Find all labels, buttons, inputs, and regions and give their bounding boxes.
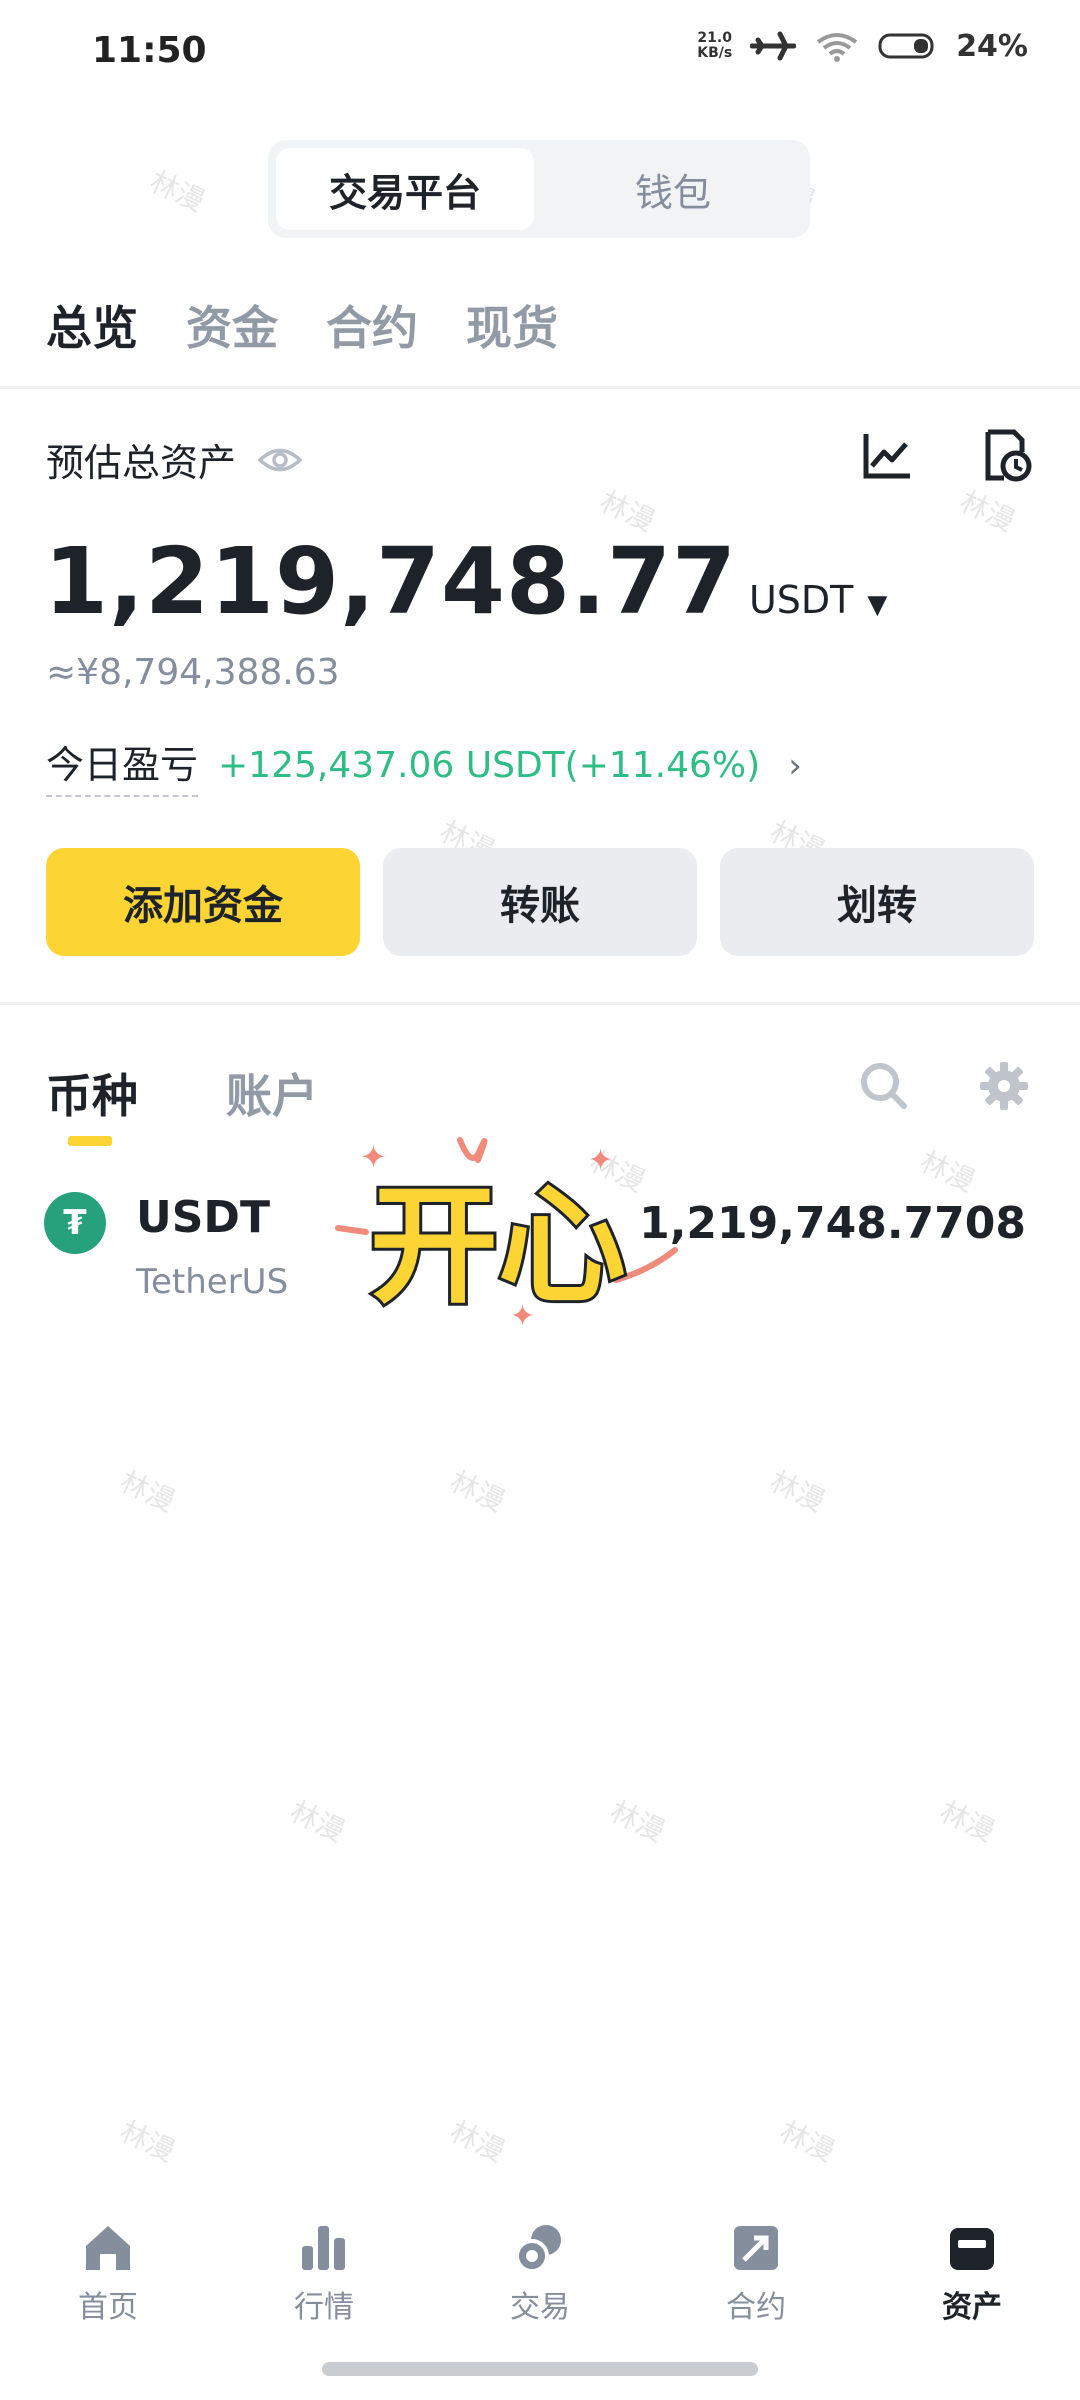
nav-markets-label: 行情 [294,2290,354,2325]
transfer-button[interactable]: 转账 [383,848,697,956]
chevron-right-icon: › [788,745,802,786]
search-icon[interactable] [856,1058,912,1114]
usdt-coin-icon: ₮ [44,1192,106,1254]
network-speed: 21.0 KB/s [697,30,733,61]
nav-futures-label: 合约 [726,2290,786,2325]
platform-segment: 交易平台 钱包 [268,140,810,238]
nav-assets[interactable]: 资产 [864,2220,1080,2330]
gear-icon[interactable] [976,1058,1032,1114]
tab-account[interactable]: 账户 [226,1060,318,1126]
battery-icon [878,33,934,59]
balance-unit[interactable]: USDT [749,578,853,622]
battery-level: 24% [956,28,1028,64]
segment-wallet[interactable]: 钱包 [544,148,802,230]
tab-overview[interactable]: 总览 [46,292,138,358]
svg-text:开心: 开心 [370,1172,626,1321]
bottom-nav: 首页 行情 交易 合约 资产 [0,2220,1080,2330]
bar-chart-icon [302,2226,345,2270]
home-indicator[interactable] [322,2362,758,2376]
nav-home[interactable]: 首页 [0,2220,216,2330]
tab-futures[interactable]: 合约 [326,292,418,358]
estimated-total-header: 预估总资产 [46,432,303,487]
nav-trade[interactable]: 交易 [432,2220,648,2330]
wifi-icon [817,33,858,62]
tab-spot[interactable]: 现货 [466,292,558,358]
nav-markets[interactable]: 行情 [216,2220,432,2330]
internal-transfer-button[interactable]: 划转 [720,848,1034,956]
total-balance-value: 1,219,748.77 [44,528,737,635]
wallet-icon [950,2228,994,2270]
cny-equivalent: ≈¥8,794,388.63 [46,652,340,693]
airplane-icon [750,31,797,61]
divider [0,1002,1080,1005]
nav-trade-label: 交易 [510,2290,570,2325]
today-pnl-row[interactable]: 今日盈亏 +125,437.06 USDT(+11.46%) › [46,734,802,797]
tab-coin[interactable]: 币种 [46,1060,138,1126]
trade-icon [515,2225,561,2273]
pnl-chart-icon[interactable] [860,428,916,484]
nav-assets-label: 资产 [942,2290,1002,2325]
today-pnl-label: 今日盈亏 [46,734,199,797]
nav-home-label: 首页 [78,2290,138,2325]
tab-funding[interactable]: 资金 [186,292,278,358]
add-funds-button[interactable]: 添加资金 [46,848,360,956]
status-indicators: 21.0 KB/s 24% [697,28,1028,64]
asset-tabs: 总览 资金 合约 现货 [46,292,558,358]
eye-icon[interactable] [258,445,303,475]
status-time: 11:50 [92,30,207,71]
coin-symbol: USDT [136,1192,270,1243]
coin-full-name: TetherUS [136,1262,289,1302]
history-icon[interactable] [978,428,1034,484]
divider [0,386,1080,389]
today-pnl-value: +125,437.06 USDT(+11.46%) [218,745,761,786]
estimated-total-label: 预估总资产 [46,441,237,485]
active-tab-indicator [68,1136,112,1146]
svg-text:✦: ✦ [360,1138,387,1176]
total-balance: 1,219,748.77 USDT ▼ [44,528,887,635]
segment-exchange[interactable]: 交易平台 [276,148,534,230]
happy-sticker: ✦ ✦ ✦ 开心 [330,1130,720,1340]
holding-tabs: 币种 账户 [46,1060,318,1126]
status-bar: 11:50 21.0 KB/s 24% [0,0,1080,110]
home-icon [86,2226,130,2270]
caret-down-icon[interactable]: ▼ [867,590,887,620]
nav-futures[interactable]: 合约 [648,2220,864,2330]
futures-icon [734,2226,778,2270]
